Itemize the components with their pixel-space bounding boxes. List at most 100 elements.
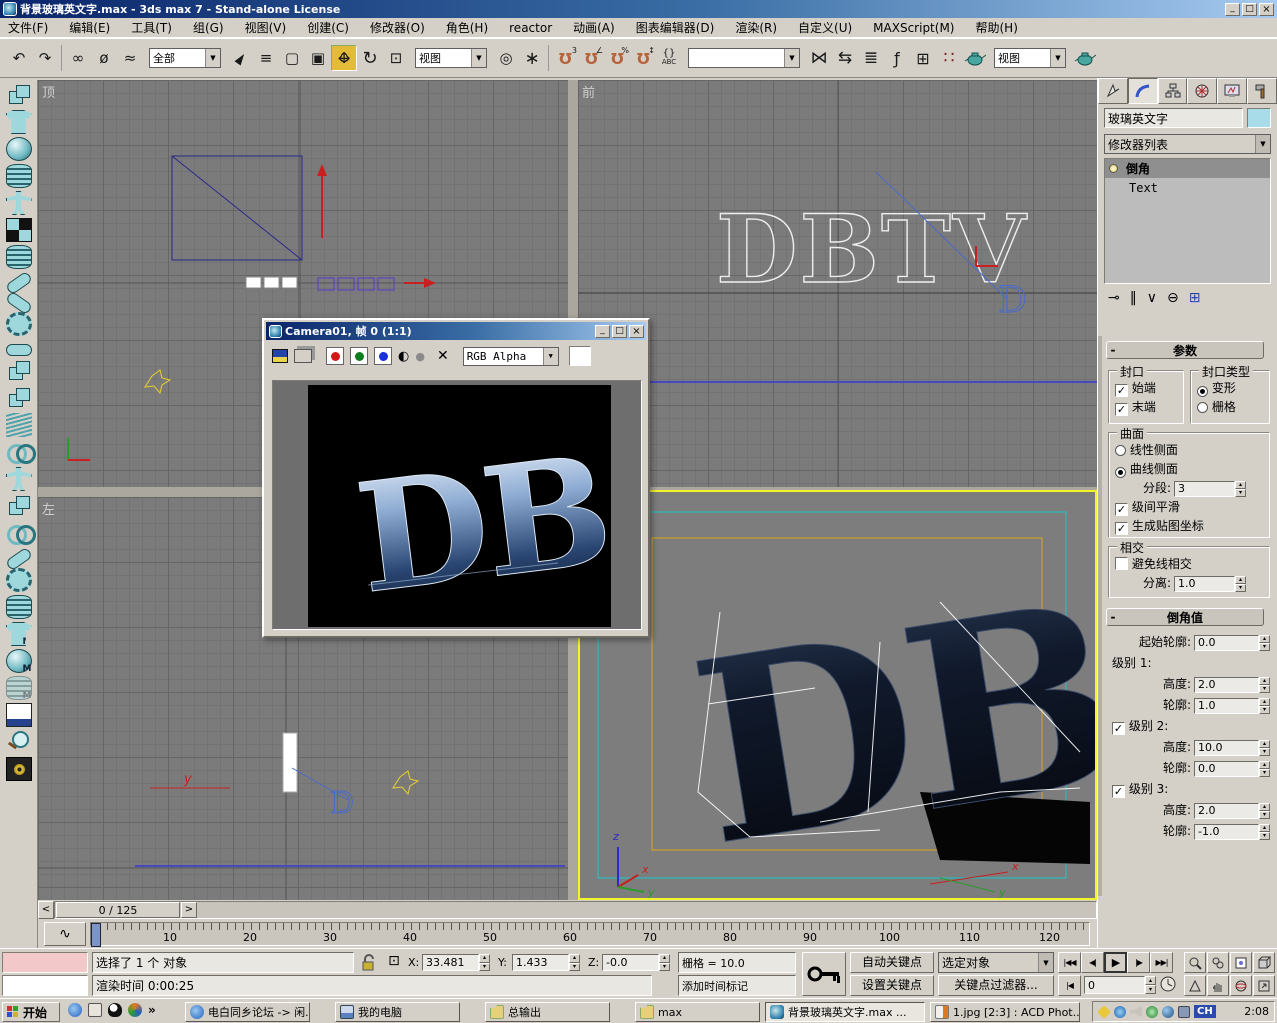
time-slider-button[interactable]: 0 / 125	[56, 902, 180, 918]
save-bitmap-icon[interactable]	[272, 349, 288, 363]
object-name-field[interactable]: 玻璃英文字	[1104, 108, 1243, 128]
set-key-button[interactable]: 设置关键点	[850, 975, 934, 996]
rope-collection-icon[interactable]	[6, 164, 32, 188]
curve-editor-icon[interactable]: ƒ	[884, 45, 910, 71]
zoom-extents-all-icon[interactable]	[1253, 952, 1275, 973]
time-slider-track[interactable]: 0 / 125 >	[54, 901, 1097, 919]
remove-modifier-icon[interactable]: ⊖	[1167, 290, 1179, 306]
menu-graph-editors[interactable]: 图表编辑器(D)	[636, 19, 715, 36]
rag-doll-constraint-icon[interactable]	[6, 467, 32, 491]
menu-tools[interactable]: 工具(T)	[131, 19, 172, 36]
stack-item-bevel[interactable]: 倒角	[1105, 159, 1270, 178]
previous-frame-button[interactable]: ◀|	[1081, 952, 1104, 973]
menu-modifiers[interactable]: 修改器(O)	[370, 19, 425, 36]
show-end-result-icon[interactable]: ‖	[1130, 290, 1137, 306]
select-and-manipulate-icon[interactable]: ∗	[519, 45, 545, 71]
tab-hierarchy[interactable]	[1158, 78, 1188, 104]
keyboard-shortcut-toggle-icon[interactable]: {}ABC	[656, 45, 682, 71]
key-mode-toggle-button[interactable]: |◀	[1058, 975, 1081, 996]
tray-antivirus-icon[interactable]	[1097, 1005, 1111, 1019]
track-bar-ruler[interactable]: 10 20 30 40 50 60 70 80 90 100 110 120	[90, 922, 1090, 946]
mirror-icon[interactable]: ⋈	[806, 45, 832, 71]
select-by-name-icon[interactable]: ≡	[253, 45, 279, 71]
title-bar[interactable]: 背景玻璃英文字.max - 3ds max 7 - Stand-alone Li…	[0, 0, 1277, 18]
toy-car-icon[interactable]	[6, 359, 32, 383]
menu-edit[interactable]: 编辑(E)	[69, 19, 110, 36]
render-maximize-button[interactable]: □	[612, 325, 627, 338]
selection-filter-dropdown[interactable]: 全部▼	[149, 48, 221, 68]
play-button[interactable]: ▶	[1104, 952, 1127, 973]
constraint-solver-icon[interactable]	[6, 440, 32, 464]
lightbulb-icon[interactable]	[1109, 164, 1118, 173]
menu-views[interactable]: 视图(V)	[245, 19, 287, 36]
pan-icon[interactable]	[1207, 975, 1229, 996]
tray-network-icon[interactable]	[1162, 1006, 1174, 1018]
align-icon[interactable]: ⇆	[832, 45, 858, 71]
render-type-dropdown[interactable]: 视图▼	[994, 48, 1066, 68]
collapse-icon[interactable]: -	[1107, 610, 1119, 624]
z-coordinate-spinner[interactable]: -0.0▴▾	[602, 954, 670, 971]
set-keys-button[interactable]	[802, 952, 846, 996]
render-scene-icon[interactable]	[962, 45, 988, 71]
absolute-offset-toggle-icon[interactable]: ⊡	[384, 953, 404, 973]
deforming-mesh-collection-icon[interactable]	[6, 191, 32, 215]
motor-icon[interactable]	[6, 312, 32, 336]
field-of-view-icon[interactable]	[1184, 975, 1206, 996]
viewport-camera[interactable]: DB1 x y z x y	[578, 490, 1097, 900]
menu-animation[interactable]: 动画(A)	[573, 19, 615, 36]
rectangular-selection-icon[interactable]: ▢	[279, 45, 305, 71]
redo-icon[interactable]: ↷	[32, 45, 58, 71]
level1-height-spinner[interactable]: 2.0▴▾	[1194, 677, 1270, 693]
use-pivot-center-icon[interactable]: ◎	[493, 45, 519, 71]
viewport-front[interactable]: 前 DBTV D	[578, 80, 1097, 487]
material-editor-icon[interactable]: ∷	[936, 45, 962, 71]
modifier-list-dropdown[interactable]: 修改器列表▼	[1104, 134, 1271, 154]
menu-reactor[interactable]: reactor	[509, 21, 552, 35]
selection-set-dropdown[interactable]: 选定对象▼	[938, 952, 1054, 973]
fracture-icon[interactable]	[6, 386, 32, 410]
analyze-world-icon[interactable]	[6, 757, 32, 781]
time-configuration-icon[interactable]	[1160, 976, 1178, 994]
apply-soft-body-modifier-icon[interactable]: M	[6, 649, 32, 673]
ie-quicklaunch-icon[interactable]	[68, 1003, 82, 1017]
media-player-icon[interactable]	[128, 1003, 142, 1017]
render-close-button[interactable]: ×	[629, 325, 644, 338]
tray-q-icon[interactable]	[1114, 1006, 1126, 1018]
menu-character[interactable]: 角色(H)	[446, 19, 488, 36]
time-slider-right-arrow[interactable]: >	[181, 902, 197, 918]
channel-display-dropdown[interactable]: RGB Alpha▼	[463, 347, 559, 366]
tray-connection-icon[interactable]	[1178, 1006, 1190, 1018]
blue-channel-button[interactable]	[374, 347, 392, 365]
red-channel-button[interactable]	[326, 347, 344, 365]
track-bar-frame-handle[interactable]	[91, 923, 101, 947]
zoom-all-icon[interactable]	[1207, 952, 1229, 973]
render-minimize-button[interactable]: _	[595, 325, 610, 338]
alpha-channel-icon[interactable]: ●	[415, 350, 425, 363]
rollout-parameters[interactable]: - 参数	[1106, 341, 1264, 359]
select-and-rotate-icon[interactable]: ↻	[357, 45, 383, 71]
clear-icon[interactable]: ✕	[437, 348, 449, 364]
min-max-toggle-icon[interactable]	[1253, 975, 1275, 996]
apply-cloth-modifier-icon[interactable]: M	[6, 622, 32, 646]
stack-item-text[interactable]: Text	[1105, 178, 1270, 197]
rollout-bevel-values[interactable]: - 倒角值	[1106, 608, 1264, 626]
soft-body-collection-icon[interactable]	[6, 137, 32, 161]
quick-render-icon[interactable]	[1072, 45, 1098, 71]
water-icon[interactable]	[6, 413, 32, 437]
open-property-editor-icon[interactable]	[6, 703, 32, 727]
tab-modify[interactable]	[1128, 78, 1158, 104]
morph-radio[interactable]	[1197, 386, 1208, 397]
apply-rope-modifier-icon[interactable]: M	[6, 676, 32, 700]
bind-to-spacewarp-icon[interactable]: ≈	[117, 45, 143, 71]
make-unique-icon[interactable]: ∨	[1147, 290, 1157, 306]
select-and-scale-icon[interactable]: ⊡	[383, 45, 409, 71]
level2-outline-spinner[interactable]: 0.0▴▾	[1194, 761, 1270, 777]
mapping-coords-checkbox[interactable]: ✓	[1115, 522, 1128, 535]
level2-height-spinner[interactable]: 10.0▴▾	[1194, 740, 1270, 756]
x-coordinate-spinner[interactable]: 33.481▴▾	[422, 954, 490, 971]
avoid-intersections-checkbox[interactable]	[1115, 557, 1128, 570]
cloth-collection-icon[interactable]	[6, 110, 32, 134]
level2-checkbox[interactable]: ✓	[1112, 722, 1125, 735]
minimize-button[interactable]: _	[1225, 3, 1240, 16]
menu-rendering[interactable]: 渲染(R)	[735, 19, 777, 36]
